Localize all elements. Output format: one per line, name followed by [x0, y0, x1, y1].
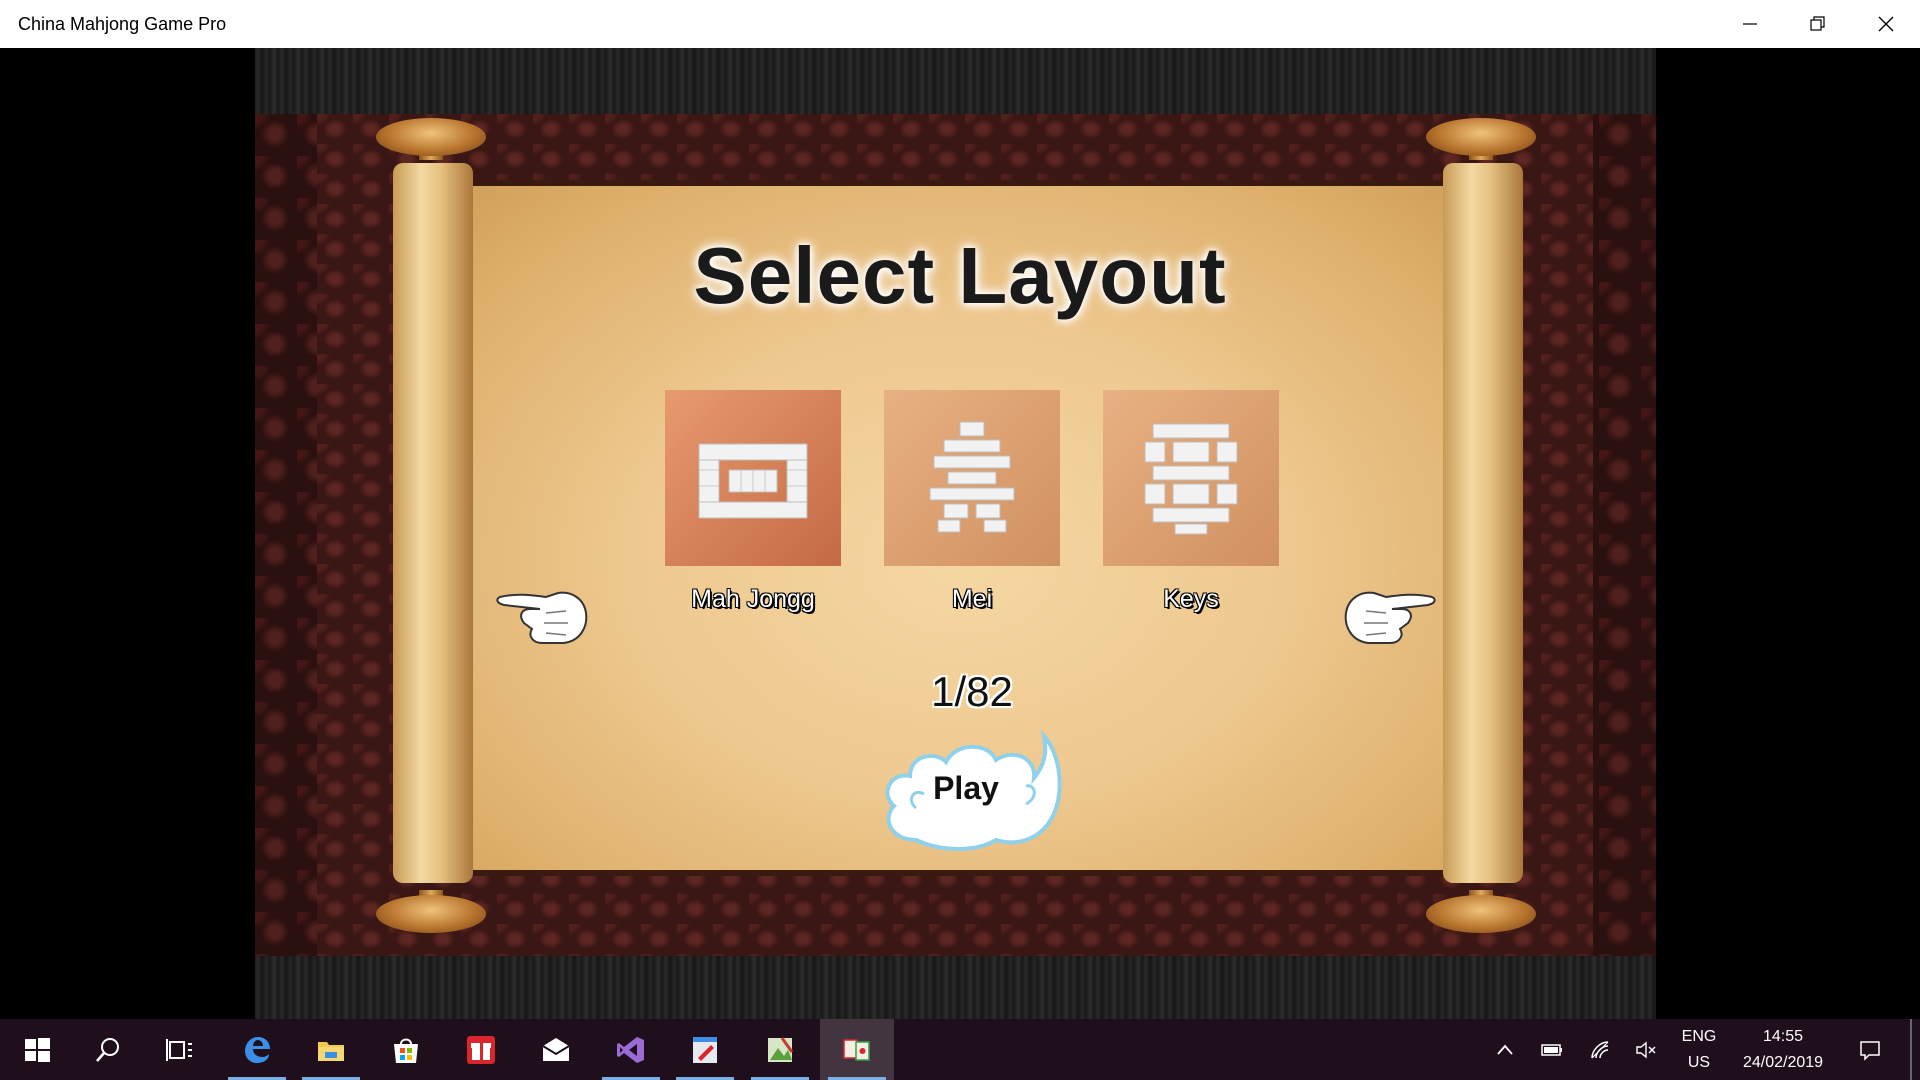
taskbar-edge[interactable]	[220, 1019, 294, 1080]
layout-label-keys: Keys	[1163, 585, 1219, 613]
taskbar-game-app[interactable]	[743, 1019, 817, 1080]
taskbar-gift-app[interactable]	[444, 1019, 518, 1080]
show-desktop-button[interactable]	[1910, 1019, 1912, 1080]
layout-card-mah-jongg[interactable]	[665, 390, 841, 566]
start-icon	[25, 1037, 50, 1062]
layout-card-keys[interactable]	[1103, 390, 1279, 566]
taskbar-visual-studio[interactable]	[594, 1019, 668, 1080]
layout-card-mei[interactable]	[884, 390, 1060, 566]
volume-muted-icon	[1636, 1041, 1656, 1058]
task-view-icon	[166, 1038, 192, 1061]
paint-app-icon	[693, 1036, 717, 1063]
restore-button[interactable]	[1784, 0, 1852, 48]
scroll-top-right-knob	[1426, 118, 1536, 156]
mei-layout-icon	[929, 421, 1015, 533]
gift-app-icon	[467, 1035, 495, 1064]
close-button[interactable]	[1852, 0, 1920, 48]
keys-layout-icon	[1144, 423, 1238, 535]
notification-icon	[1860, 1040, 1880, 1061]
minimize-icon	[1743, 23, 1757, 25]
battery-icon	[1541, 1043, 1562, 1056]
scroll-bottom-left-knob	[376, 895, 486, 933]
mah-jongg-layout-icon	[698, 443, 808, 519]
show-hidden-icons-button[interactable]	[1488, 1019, 1522, 1080]
play-label: Play	[933, 770, 999, 806]
layout-label-mei: Mei	[951, 585, 993, 613]
clock-button[interactable]: 14:55 24/02/2019	[1730, 1019, 1836, 1080]
scroll-top-left-knob	[376, 118, 486, 156]
page-title: Select Layout	[693, 231, 1227, 320]
clock-date: 24/02/2019	[1742, 1053, 1824, 1071]
region-indicator: US	[1687, 1053, 1711, 1071]
hand-pointing-left-icon	[496, 591, 588, 644]
taskbar-mail[interactable]	[519, 1019, 593, 1080]
search-button[interactable]	[71, 1019, 145, 1080]
input-language-button[interactable]: ENG US	[1670, 1019, 1728, 1080]
file-explorer-icon	[318, 1041, 344, 1061]
next-layout-button[interactable]	[1340, 583, 1436, 647]
mahjong-app-icon	[843, 1038, 870, 1061]
taskbar: ENG US 14:55 24/02/2019	[0, 1019, 1920, 1080]
minimize-button[interactable]	[1716, 0, 1784, 48]
close-icon	[1878, 16, 1894, 32]
clock-time: 14:55	[1762, 1027, 1804, 1045]
previous-layout-button[interactable]	[496, 583, 592, 647]
chevron-up-icon	[1497, 1044, 1513, 1055]
window-title: China Mahjong Game Pro	[18, 13, 227, 34]
volume-button[interactable]	[1628, 1019, 1664, 1080]
layout-counter: 1/82	[931, 668, 1013, 715]
restore-icon	[1810, 16, 1825, 31]
layout-label-mah-jongg: Mah Jongg	[691, 585, 815, 613]
network-button[interactable]	[1582, 1019, 1618, 1080]
visual-studio-icon	[617, 1036, 644, 1063]
task-view-button[interactable]	[142, 1019, 216, 1080]
taskbar-paint-app[interactable]	[668, 1019, 742, 1080]
mail-icon	[542, 1037, 570, 1061]
taskbar-mahjong-app[interactable]	[820, 1019, 894, 1080]
taskbar-store[interactable]	[369, 1019, 443, 1080]
action-center-button[interactable]	[1848, 1019, 1892, 1080]
hand-pointing-right-icon	[1344, 591, 1436, 644]
game-app-icon	[768, 1036, 794, 1062]
search-icon	[96, 1037, 119, 1062]
store-icon	[394, 1038, 418, 1063]
scroll-bottom-right-knob	[1426, 895, 1536, 933]
language-indicator: ENG	[1681, 1027, 1717, 1045]
battery-button[interactable]	[1534, 1019, 1570, 1080]
edge-icon	[245, 1036, 270, 1063]
taskbar-file-explorer[interactable]	[294, 1019, 368, 1080]
wifi-icon	[1591, 1040, 1609, 1058]
title-bar: China Mahjong Game Pro	[0, 0, 1920, 48]
start-button[interactable]	[0, 1019, 74, 1080]
